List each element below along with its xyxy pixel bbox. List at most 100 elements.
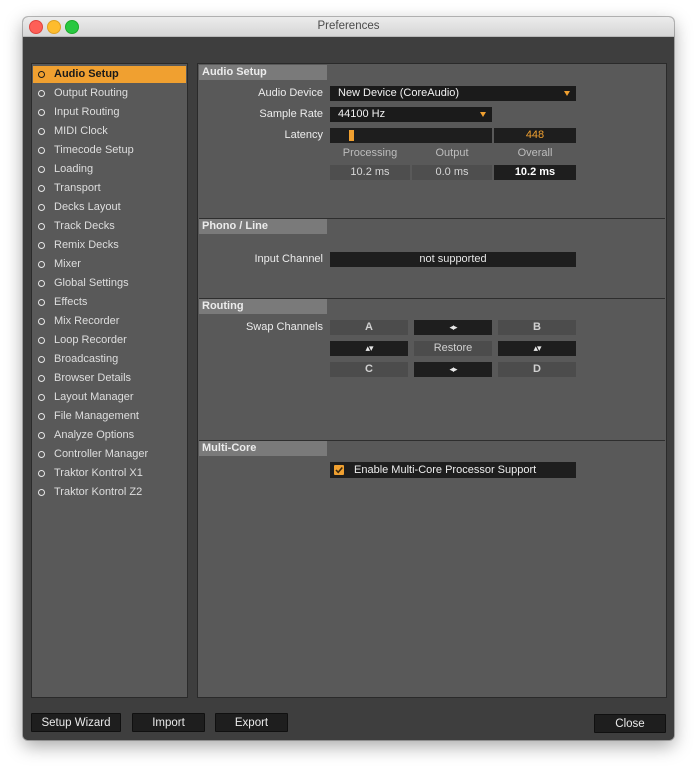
bullet-icon bbox=[38, 470, 45, 477]
swap-ab-button[interactable]: ◂▸ bbox=[414, 320, 492, 335]
sample-rate-label: Sample Rate bbox=[259, 108, 323, 120]
sample-rate-value: 44100 Hz bbox=[338, 108, 386, 120]
input-channel-value: not supported bbox=[330, 252, 576, 267]
sidebar-item-global-settings[interactable]: Global Settings bbox=[33, 275, 186, 292]
settings-panel: Audio Setup Audio Device New Device (Cor… bbox=[197, 63, 667, 698]
bullet-icon bbox=[38, 109, 45, 116]
bullet-icon bbox=[38, 356, 45, 363]
sidebar-item-traktor-kontrol-z2[interactable]: Traktor Kontrol Z2 bbox=[33, 484, 186, 501]
multi-core-label: Enable Multi-Core Processor Support bbox=[354, 464, 537, 476]
output-value: 0.0 ms bbox=[412, 165, 492, 180]
sidebar-item-mix-recorder[interactable]: Mix Recorder bbox=[33, 313, 186, 330]
preferences-sidebar: Audio Setup Output Routing Input Routing MI… bbox=[31, 63, 188, 698]
sidebar-item-traktor-kontrol-x1[interactable]: Traktor Kontrol X1 bbox=[33, 465, 186, 482]
bullet-icon bbox=[38, 489, 45, 496]
bullet-icon bbox=[38, 223, 45, 230]
sample-rate-dropdown[interactable]: 44100 Hz bbox=[330, 107, 492, 122]
audio-device-dropdown[interactable]: New Device (CoreAudio) bbox=[330, 86, 576, 101]
bullet-icon bbox=[38, 185, 45, 192]
swap-channels-label: Swap Channels bbox=[245, 321, 323, 333]
bullet-icon bbox=[38, 166, 45, 173]
sidebar-item-loading[interactable]: Loading bbox=[33, 161, 186, 178]
sidebar-item-label: Loop Recorder bbox=[54, 334, 127, 346]
sidebar-item-label: Mixer bbox=[54, 258, 81, 270]
processing-value: 10.2 ms bbox=[330, 165, 410, 180]
sidebar-item-track-decks[interactable]: Track Decks bbox=[33, 218, 186, 235]
overall-header: Overall bbox=[517, 147, 553, 159]
sidebar-item-label: Track Decks bbox=[54, 220, 115, 232]
chevron-down-icon bbox=[564, 91, 570, 96]
swap-bd-button[interactable]: ▴▾ bbox=[498, 341, 576, 356]
sidebar-item-browser-details[interactable]: Browser Details bbox=[33, 370, 186, 387]
sidebar-item-label: MIDI Clock bbox=[54, 125, 108, 137]
sidebar-item-file-management[interactable]: File Management bbox=[33, 408, 186, 425]
sidebar-item-mixer[interactable]: Mixer bbox=[33, 256, 186, 273]
sidebar-item-label: Mix Recorder bbox=[54, 315, 120, 327]
latency-value: 448 bbox=[494, 128, 576, 143]
bullet-icon bbox=[38, 299, 45, 306]
channel-b-button[interactable]: B bbox=[498, 320, 576, 335]
sidebar-item-label: Input Routing bbox=[54, 106, 120, 118]
section-header-multi-core: Multi-Core bbox=[199, 441, 327, 456]
audio-device-value: New Device (CoreAudio) bbox=[338, 87, 460, 99]
chevron-down-icon bbox=[480, 112, 486, 117]
sidebar-item-analyze-options[interactable]: Analyze Options bbox=[33, 427, 186, 444]
title-bar: Preferences bbox=[23, 17, 674, 37]
bullet-icon bbox=[38, 128, 45, 135]
sidebar-item-label: Browser Details bbox=[54, 372, 132, 384]
channel-d-button[interactable]: D bbox=[498, 362, 576, 377]
sidebar-item-decks-layout[interactable]: Decks Layout bbox=[33, 199, 186, 216]
audio-device-label: Audio Device bbox=[258, 87, 323, 99]
checkmark-icon bbox=[334, 465, 344, 475]
sidebar-item-audio-setup[interactable]: Audio Setup bbox=[33, 66, 186, 83]
sidebar-item-label: Effects bbox=[54, 296, 88, 308]
channel-c-button[interactable]: C bbox=[330, 362, 408, 377]
sidebar-item-midi-clock[interactable]: MIDI Clock bbox=[33, 123, 186, 140]
bullet-icon bbox=[38, 71, 45, 78]
bullet-icon bbox=[38, 147, 45, 154]
close-button[interactable]: Close bbox=[594, 714, 666, 733]
sidebar-item-controller-manager[interactable]: Controller Manager bbox=[33, 446, 186, 463]
window-body: Audio Setup Output Routing Input Routing MI… bbox=[23, 37, 674, 740]
sidebar-item-layout-manager[interactable]: Layout Manager bbox=[33, 389, 186, 406]
setup-wizard-button[interactable]: Setup Wizard bbox=[31, 713, 121, 732]
restore-button[interactable]: Restore bbox=[414, 341, 492, 356]
sidebar-item-input-routing[interactable]: Input Routing bbox=[33, 104, 186, 121]
sidebar-item-loop-recorder[interactable]: Loop Recorder bbox=[33, 332, 186, 349]
sidebar-item-effects[interactable]: Effects bbox=[33, 294, 186, 311]
bullet-icon bbox=[38, 375, 45, 382]
swap-ac-button[interactable]: ▴▾ bbox=[330, 341, 408, 356]
window-title: Preferences bbox=[317, 20, 380, 32]
sidebar-item-label: Output Routing bbox=[54, 87, 128, 99]
bullet-icon bbox=[38, 242, 45, 249]
sidebar-item-label: Remix Decks bbox=[54, 239, 119, 251]
sidebar-item-label: Transport bbox=[54, 182, 101, 194]
output-header: Output bbox=[435, 147, 469, 159]
preferences-window: Preferences Audio Setup Output Routing Inp… bbox=[23, 17, 674, 740]
latency-slider[interactable] bbox=[330, 128, 492, 143]
sidebar-item-label: Decks Layout bbox=[54, 201, 121, 213]
sidebar-item-transport[interactable]: Transport bbox=[33, 180, 186, 197]
processing-header: Processing bbox=[342, 147, 398, 159]
bullet-icon bbox=[38, 204, 45, 211]
sidebar-item-label: Global Settings bbox=[54, 277, 129, 289]
import-button[interactable]: Import bbox=[132, 713, 205, 732]
multi-core-checkbox[interactable]: Enable Multi-Core Processor Support bbox=[330, 462, 576, 478]
latency-slider-handle[interactable] bbox=[349, 130, 354, 141]
sidebar-item-timecode-setup[interactable]: Timecode Setup bbox=[33, 142, 186, 159]
section-header-audio-setup: Audio Setup bbox=[199, 65, 327, 80]
swap-cd-button[interactable]: ◂▸ bbox=[414, 362, 492, 377]
bullet-icon bbox=[38, 413, 45, 420]
export-button[interactable]: Export bbox=[215, 713, 288, 732]
sidebar-item-remix-decks[interactable]: Remix Decks bbox=[33, 237, 186, 254]
sidebar-item-label: Analyze Options bbox=[54, 429, 135, 441]
sidebar-item-broadcasting[interactable]: Broadcasting bbox=[33, 351, 186, 368]
sidebar-item-label: Loading bbox=[54, 163, 94, 175]
sidebar-item-output-routing[interactable]: Output Routing bbox=[33, 85, 186, 102]
channel-a-button[interactable]: A bbox=[330, 320, 408, 335]
section-header-routing: Routing bbox=[199, 299, 327, 314]
sidebar-item-label: Layout Manager bbox=[54, 391, 134, 403]
section-header-phono-line: Phono / Line bbox=[199, 219, 327, 234]
input-channel-label: Input Channel bbox=[254, 253, 324, 265]
sidebar-item-label: Controller Manager bbox=[54, 448, 149, 460]
